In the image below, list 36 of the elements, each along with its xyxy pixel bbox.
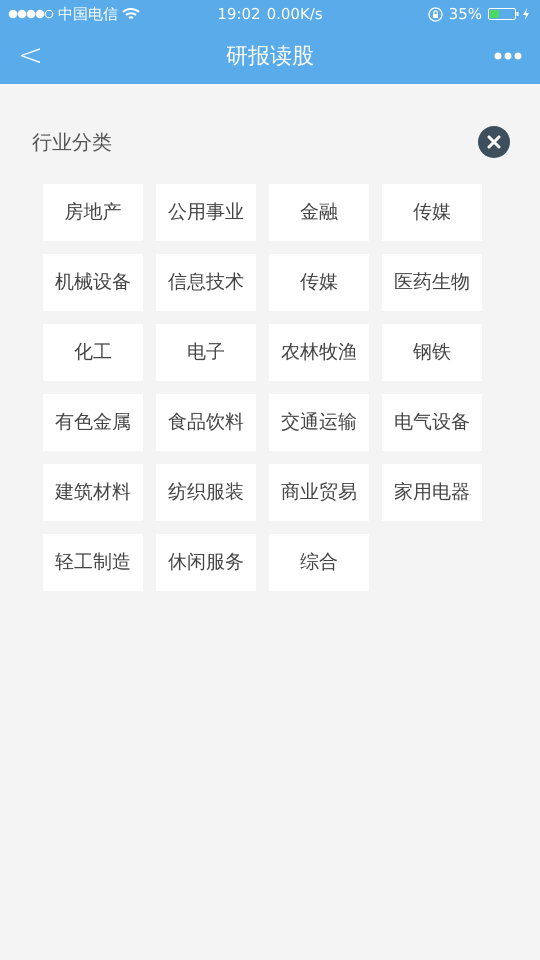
- category-button[interactable]: 食品饮料: [156, 394, 256, 451]
- wifi-icon: [122, 7, 140, 21]
- category-button[interactable]: 传媒: [382, 184, 482, 241]
- category-button[interactable]: 金融: [269, 184, 369, 241]
- category-button[interactable]: 医药生物: [382, 254, 482, 311]
- page-title: 研报读股: [225, 42, 315, 70]
- category-button[interactable]: 传媒: [269, 254, 369, 311]
- speed-text: 0.00K/s: [266, 4, 323, 25]
- category-button[interactable]: 信息技术: [156, 254, 256, 311]
- battery-text: 35%: [448, 4, 482, 25]
- category-button[interactable]: 商业贸易: [269, 464, 369, 521]
- category-button[interactable]: 纺织服装: [156, 464, 256, 521]
- category-button[interactable]: 休闲服务: [156, 534, 256, 591]
- category-button[interactable]: 房地产: [43, 184, 143, 241]
- category-button[interactable]: 综合: [269, 534, 369, 591]
- battery-charging-icon: [488, 7, 532, 21]
- category-button[interactable]: 钢铁: [382, 324, 482, 381]
- close-icon: [487, 135, 501, 149]
- category-button[interactable]: 电气设备: [382, 394, 482, 451]
- category-button[interactable]: 轻工制造: [43, 534, 143, 591]
- category-button[interactable]: 建筑材料: [43, 464, 143, 521]
- rotation-lock-icon: [428, 6, 443, 22]
- category-button[interactable]: 农林牧渔: [269, 324, 369, 381]
- close-button[interactable]: [478, 126, 510, 158]
- category-button[interactable]: 公用事业: [156, 184, 256, 241]
- section-title: 行业分类: [32, 129, 112, 156]
- category-button[interactable]: 机械设备: [43, 254, 143, 311]
- category-button[interactable]: 有色金属: [43, 394, 143, 451]
- time-text: 19:02: [217, 4, 261, 25]
- more-icon: [494, 52, 522, 60]
- category-button[interactable]: 家用电器: [382, 464, 482, 521]
- carrier-text: 中国电信: [58, 4, 118, 25]
- category-button[interactable]: 交通运输: [269, 394, 369, 451]
- signal-icon: [8, 9, 54, 19]
- category-button[interactable]: 化工: [43, 324, 143, 381]
- category-button[interactable]: 电子: [156, 324, 256, 381]
